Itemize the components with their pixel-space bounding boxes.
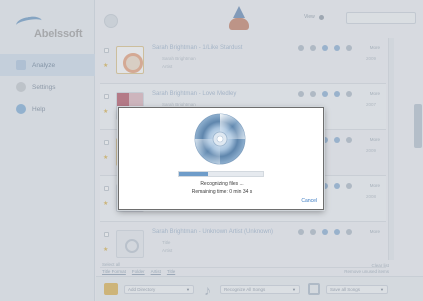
remaining-time-text: Remaining time: 0 min 34 s <box>191 189 253 195</box>
recognition-dialog: Recognizing files ... Remaining time: 0 … <box>118 107 324 210</box>
cd-icon <box>194 113 246 165</box>
progress-fill <box>179 172 209 176</box>
app-window: Abelssoft Analyze Settings Help View ★ S… <box>0 0 423 301</box>
progress-bar <box>178 171 264 177</box>
status-text: Recognizing files ... <box>200 181 244 187</box>
cancel-button[interactable]: Cancel <box>301 198 317 204</box>
